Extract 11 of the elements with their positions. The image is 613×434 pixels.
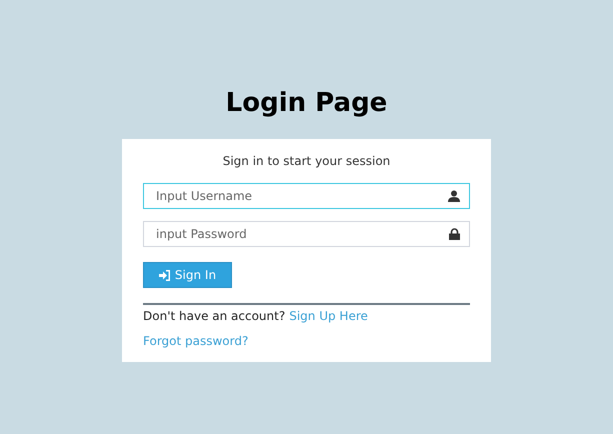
- username-field[interactable]: Input Username: [143, 183, 470, 209]
- lock-icon: [449, 228, 460, 240]
- sign-up-link[interactable]: Sign Up Here: [289, 309, 368, 323]
- password-field[interactable]: input Password: [143, 221, 470, 247]
- session-message: Sign in to start your session: [222, 154, 392, 168]
- sign-in-button[interactable]: Sign In: [143, 262, 232, 288]
- page-title: Login Page: [226, 88, 388, 118]
- sign-in-icon: [158, 270, 171, 280]
- signup-prompt: Don't have an account?: [143, 309, 286, 323]
- forgot-password-link[interactable]: Forgot password?: [143, 334, 248, 348]
- user-icon: [448, 190, 460, 202]
